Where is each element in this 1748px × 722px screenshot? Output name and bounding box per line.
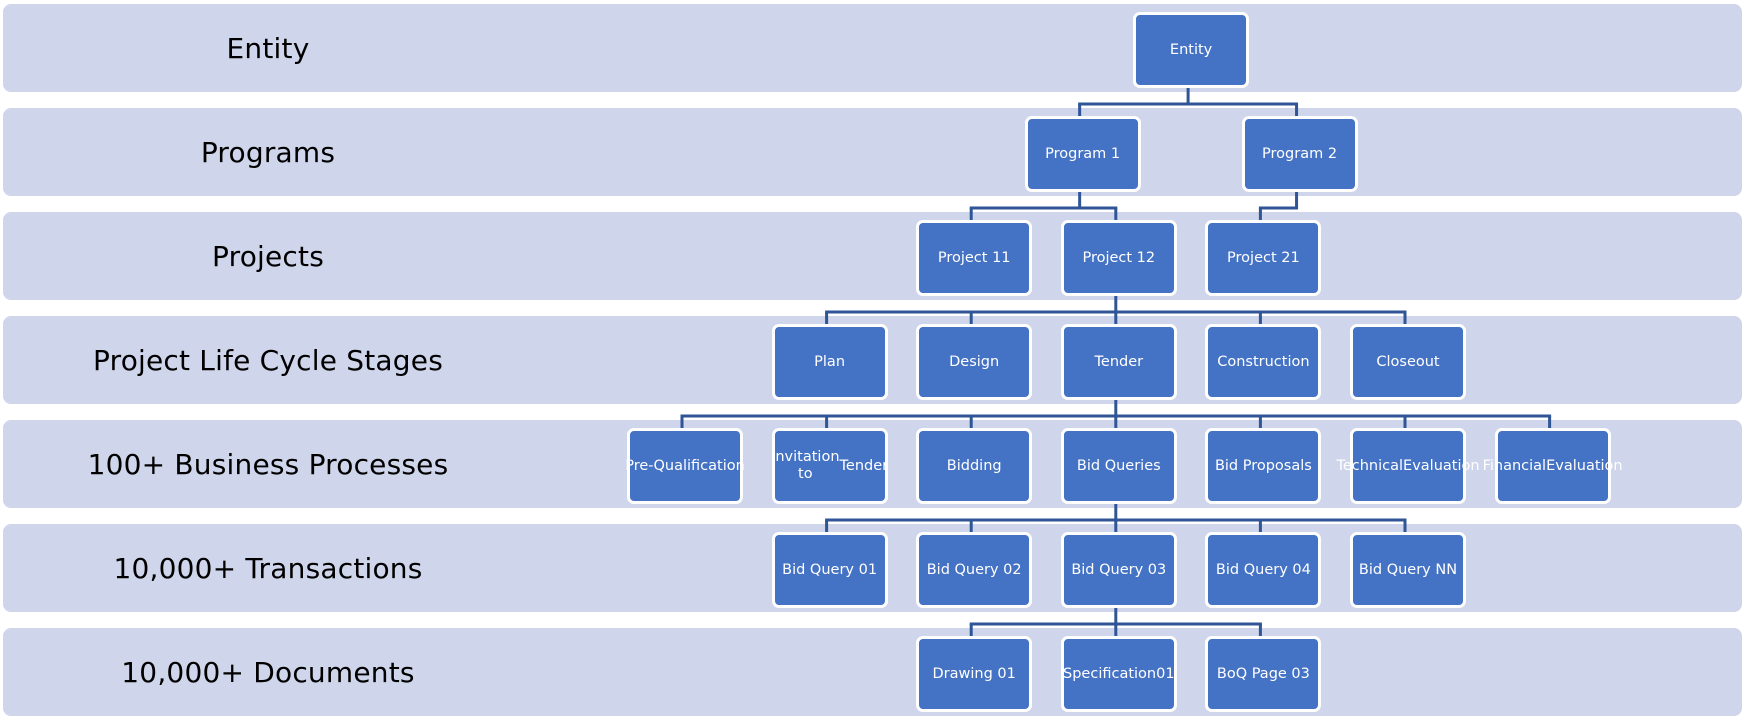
- node-label: Drawing 01: [932, 665, 1016, 682]
- node-label: Project 21: [1227, 249, 1300, 266]
- node-closeout[interactable]: Closeout: [1350, 324, 1466, 400]
- node-tender[interactable]: Tender: [1060, 324, 1177, 400]
- node-label: Closeout: [1376, 353, 1440, 370]
- node-label: Project 11: [937, 249, 1011, 266]
- node-label: Bid Query 01: [782, 561, 878, 578]
- node-bidding[interactable]: Bidding: [916, 428, 1033, 504]
- node-label: Construction: [1217, 353, 1310, 370]
- node-label: Bid Query 04: [1215, 561, 1311, 578]
- node-label: BoQ Page 03: [1216, 665, 1310, 682]
- node-boq-page-03[interactable]: BoQ Page 03: [1205, 636, 1322, 712]
- node-program-1[interactable]: Program 1: [1024, 116, 1141, 192]
- node-label: 01: [1156, 665, 1175, 682]
- node-bid-query-01[interactable]: Bid Query 01: [771, 532, 888, 608]
- node-label: Qualification: [653, 457, 745, 474]
- node-design[interactable]: Design: [916, 324, 1033, 400]
- node-project-21[interactable]: Project 21: [1205, 220, 1322, 296]
- node-label: Bid Proposals: [1214, 457, 1312, 474]
- node-label: Design: [949, 353, 1000, 370]
- node-bid-query-nn[interactable]: Bid Query NN: [1350, 532, 1466, 608]
- node-financial-evaluation[interactable]: Financial Evaluation: [1483, 428, 1623, 504]
- node-label: Bid Query 02: [926, 561, 1022, 578]
- node-label: Program 2: [1262, 145, 1338, 162]
- node-program-2[interactable]: Program 2: [1241, 116, 1358, 192]
- node-bid-query-03[interactable]: Bid Query 03: [1060, 532, 1177, 608]
- node-label: Tender: [1094, 353, 1144, 370]
- node-entity[interactable]: Entity: [1133, 12, 1250, 88]
- node-label: Program 1: [1045, 145, 1121, 162]
- node-bid-proposals[interactable]: Bid Proposals: [1205, 428, 1322, 504]
- node-bid-queries[interactable]: Bid Queries: [1060, 428, 1177, 504]
- node-label: Specification: [1063, 665, 1157, 682]
- node-plan[interactable]: Plan: [771, 324, 888, 400]
- node-bid-query-04[interactable]: Bid Query 04: [1205, 532, 1322, 608]
- node-label: Financial: [1482, 457, 1547, 474]
- node-label: Bid Query 03: [1071, 561, 1167, 578]
- node-project-12[interactable]: Project 12: [1060, 220, 1177, 296]
- node-project-11[interactable]: Project 11: [916, 220, 1033, 296]
- node-label: Entity: [1169, 41, 1213, 58]
- hierarchy-diagram: Entity Programs Projects Project Life Cycle…: [0, 0, 1748, 722]
- node-label: Tender: [839, 457, 889, 474]
- node-invitation-to-tender[interactable]: Invitation to Tender: [771, 428, 889, 504]
- node-label: Evaluation: [1403, 457, 1480, 474]
- node-specification-01[interactable]: Specification 01: [1060, 636, 1177, 712]
- node-label: Technical: [1336, 457, 1404, 474]
- node-label: Plan: [814, 353, 846, 370]
- node-pre-qualification[interactable]: Pre- Qualification: [625, 428, 745, 504]
- node-label: Invitation to: [771, 449, 840, 482]
- node-technical-evaluation[interactable]: Technical Evaluation: [1336, 428, 1480, 504]
- node-label: Bidding: [946, 457, 1002, 474]
- node-label: Evaluation: [1546, 457, 1623, 474]
- node-label: Pre-: [625, 457, 654, 474]
- node-drawing-01[interactable]: Drawing 01: [916, 636, 1033, 712]
- node-bid-query-02[interactable]: Bid Query 02: [916, 532, 1033, 608]
- node-label: Project 12: [1082, 249, 1156, 266]
- node-label: Bid Queries: [1076, 457, 1161, 474]
- node-construction[interactable]: Construction: [1205, 324, 1322, 400]
- node-label: Bid Query NN: [1358, 561, 1458, 578]
